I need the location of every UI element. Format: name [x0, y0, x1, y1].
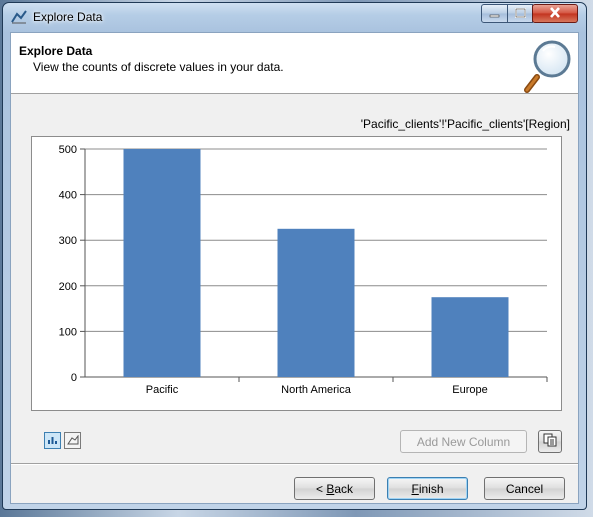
- cancel-button[interactable]: Cancel: [484, 477, 565, 500]
- add-new-column-label: Add New Column: [416, 434, 511, 449]
- y-tick-label: 400: [59, 190, 77, 202]
- x-tick-label: Europe: [452, 384, 487, 396]
- finish-label-first: F: [411, 481, 419, 496]
- window-title: Explore Data: [33, 10, 103, 24]
- back-label-wrapper: < Back: [315, 481, 354, 496]
- area-chart-icon: [66, 434, 79, 448]
- wizard-header: Explore Data View the counts of discrete…: [11, 33, 578, 94]
- bar: [431, 297, 509, 377]
- back-label-rest: ack: [334, 481, 354, 496]
- dialog-client-area: Explore Data View the counts of discrete…: [10, 32, 579, 504]
- x-tick-label: North America: [281, 384, 352, 396]
- cancel-label: Cancel: [505, 481, 544, 496]
- copy-button[interactable]: [538, 430, 562, 453]
- minimize-icon: [489, 7, 500, 21]
- maximize-button[interactable]: [507, 4, 533, 23]
- magnifier-icon: [523, 39, 573, 94]
- area-chart-view-button[interactable]: [64, 432, 81, 449]
- x-tick-label: Pacific: [146, 384, 179, 396]
- footer-divider: [11, 463, 578, 465]
- close-icon: [549, 6, 561, 21]
- page-subtitle: View the counts of discrete values in yo…: [33, 60, 284, 74]
- add-new-column-button[interactable]: Add New Column: [400, 430, 527, 453]
- explore-data-dialog: Explore Data Explore Data View the count…: [2, 2, 587, 510]
- chart-area: 0 100 200 300 400 500 Pacific North America Euro…: [31, 136, 562, 411]
- table-column-reference: 'Pacific_clients'!'Pacific_clients'[Regi…: [360, 117, 570, 131]
- bar-chart: 0 100 200 300 400 500 Pacific North America Euro…: [59, 144, 548, 396]
- bar: [277, 228, 355, 377]
- y-tick-label: 200: [59, 281, 77, 293]
- bar: [123, 149, 201, 377]
- bar-chart-view-button[interactable]: [44, 432, 61, 449]
- finish-button[interactable]: Finish: [387, 477, 468, 500]
- y-tick-label: 0: [71, 372, 77, 384]
- finish-label-wrapper: Finish: [411, 482, 443, 496]
- y-tick-label: 100: [59, 326, 77, 338]
- close-button[interactable]: [532, 4, 578, 23]
- title-bar[interactable]: Explore Data: [3, 3, 586, 31]
- maximize-icon: [514, 7, 526, 21]
- copy-icon: [543, 433, 557, 450]
- finish-label-rest: inish: [418, 481, 444, 496]
- page-title: Explore Data: [19, 44, 93, 58]
- minimize-button[interactable]: [481, 4, 508, 23]
- back-button[interactable]: < Back: [294, 477, 375, 500]
- y-tick-label: 500: [59, 144, 77, 156]
- y-tick-label: 300: [59, 235, 77, 247]
- explore-data-app-icon: [11, 9, 27, 25]
- bar-chart-icon: [47, 434, 58, 448]
